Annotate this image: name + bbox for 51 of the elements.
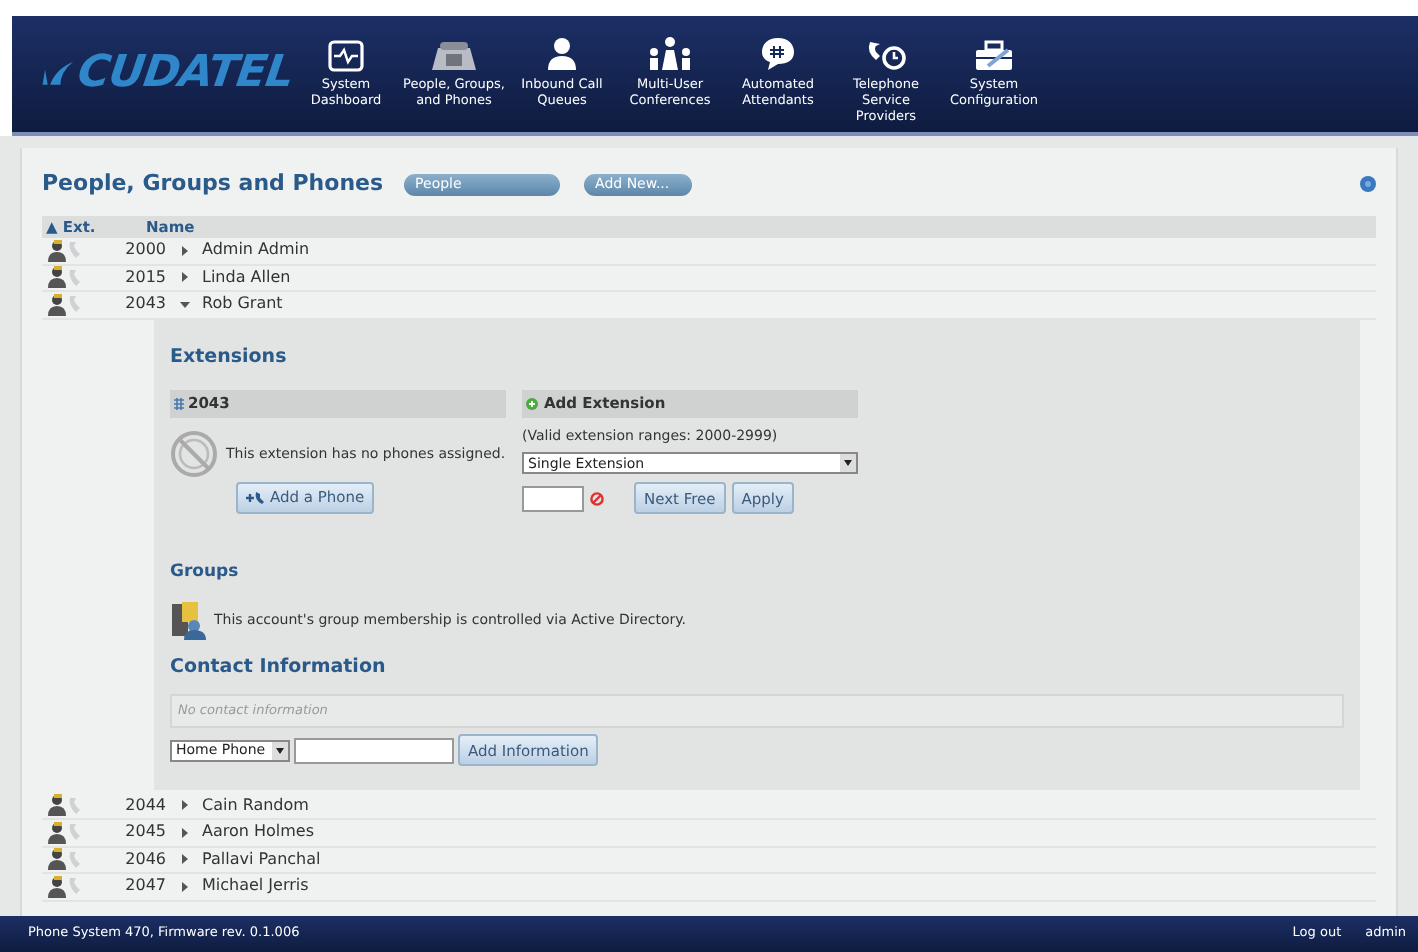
extension-number: 2015: [123, 265, 166, 290]
person-name[interactable]: Pallavi Panchal: [202, 847, 321, 872]
chat-bubble-icon: [760, 36, 796, 72]
extension-number: 2047: [123, 874, 166, 899]
handset-icon: [67, 876, 81, 897]
extension-number: 2043: [123, 292, 166, 317]
user-icon: [47, 239, 65, 262]
person-name[interactable]: Michael Jerris: [202, 874, 309, 899]
user-icon: [47, 848, 65, 871]
handset-icon: [67, 795, 81, 816]
person-name[interactable]: Aaron Holmes: [202, 820, 315, 845]
directory-icon: [170, 600, 210, 640]
user-icon: [47, 293, 65, 316]
handset-icon: [67, 849, 81, 870]
user-icon: [47, 794, 65, 817]
logo-text: CUDATEL: [72, 45, 297, 101]
extension-number: 2046: [123, 847, 166, 872]
person-icon: [544, 36, 580, 72]
desk-phone-icon: [428, 40, 480, 72]
group-icon: [648, 36, 692, 72]
extension-number: 2000: [123, 238, 166, 263]
handset-icon: [67, 267, 81, 288]
person-name[interactable]: Linda Allen: [202, 265, 291, 290]
dropdown-arrow-icon: [272, 741, 288, 760]
keypad-icon: [174, 397, 184, 410]
handset-icon: [67, 240, 81, 261]
person-name[interactable]: Admin Admin: [202, 238, 310, 263]
handset-icon: [67, 822, 81, 843]
person-name[interactable]: Rob Grant: [202, 292, 283, 317]
user-icon: [47, 821, 65, 844]
toolbox-icon: [972, 40, 1016, 72]
handset-icon: [67, 294, 81, 315]
section-heading: Groups: [170, 560, 241, 586]
add-icon: [526, 397, 538, 410]
dropdown-arrow-icon: [840, 454, 856, 473]
extension-input[interactable]: [522, 485, 584, 512]
section-heading: Contact Information: [170, 654, 388, 682]
extension-number: 2044: [123, 793, 166, 818]
help-icon[interactable]: [1360, 176, 1376, 192]
monitor-icon: [328, 40, 364, 72]
handset-clock-icon: [864, 36, 908, 72]
page-title: People, Groups and Phones: [42, 167, 384, 200]
extension-number: 2045: [123, 820, 166, 845]
no-phone-icon: [170, 429, 218, 478]
invalid-icon: [590, 491, 604, 506]
contact-value-input[interactable]: [294, 737, 454, 764]
section-heading: Extensions: [170, 343, 289, 371]
user-icon: [47, 875, 65, 898]
person-name[interactable]: Cain Random: [202, 793, 309, 818]
add-phone-icon: [246, 489, 266, 506]
user-icon: [47, 266, 65, 289]
